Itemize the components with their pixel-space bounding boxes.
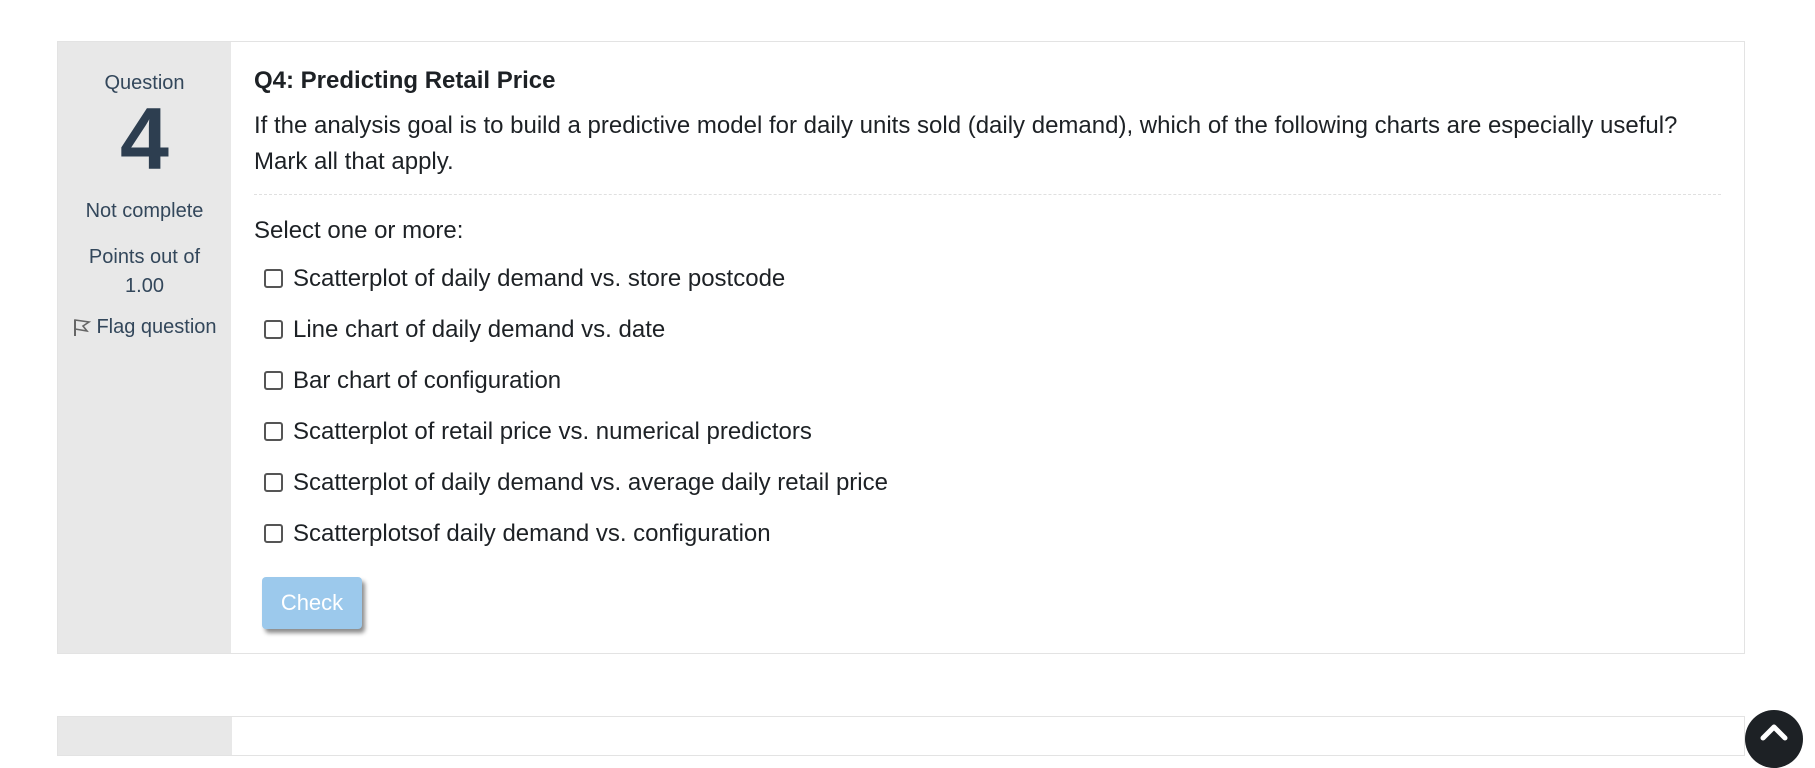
question-content: Q4: Predicting Retail Price If the analy… — [231, 42, 1744, 653]
answer-option-label: Scatterplotsof daily demand vs. configur… — [293, 519, 771, 547]
question-title: Q4: Predicting Retail Price — [254, 67, 556, 94]
answer-option-label: Bar chart of configuration — [293, 366, 562, 394]
question-info-panel: Question 4 Not complete Points out of 1.… — [58, 42, 231, 653]
flag-icon — [72, 317, 92, 337]
question-number: 4 — [120, 89, 169, 188]
answer-checkbox[interactable] — [264, 371, 283, 390]
answer-option[interactable]: Scatterplot of daily demand vs. average … — [264, 457, 1721, 508]
answer-checkbox[interactable] — [264, 524, 283, 543]
answer-option[interactable]: Bar chart of configuration — [264, 355, 1721, 406]
answer-checkbox[interactable] — [264, 422, 283, 441]
check-button[interactable]: Check — [262, 577, 362, 629]
answer-option[interactable]: Scatterplotsof daily demand vs. configur… — [264, 508, 1721, 559]
flag-question-label: Flag question — [96, 316, 217, 338]
next-question-card — [57, 716, 1745, 756]
answer-option[interactable]: Scatterplot of daily demand vs. store po… — [264, 253, 1721, 304]
answer-option-label: Line chart of daily demand vs. date — [293, 315, 666, 343]
answer-checkbox[interactable] — [264, 473, 283, 492]
answer-option-label: Scatterplot of daily demand vs. average … — [293, 468, 888, 496]
chevron-up-icon — [1760, 724, 1788, 741]
answer-checkbox[interactable] — [264, 320, 283, 339]
answer-option-label: Scatterplot of retail price vs. numerica… — [293, 417, 812, 445]
flag-question-link[interactable]: Flag question — [58, 313, 231, 342]
question-card: Question 4 Not complete Points out of 1.… — [57, 41, 1745, 654]
answer-option[interactable]: Line chart of daily demand vs. date — [264, 304, 1721, 355]
answer-option-label: Scatterplot of daily demand vs. store po… — [293, 264, 786, 292]
scroll-to-top-button[interactable] — [1745, 710, 1803, 768]
answer-prompt: Select one or more: — [254, 217, 464, 244]
answer-options: Scatterplot of daily demand vs. store po… — [254, 253, 1721, 559]
answer-checkbox[interactable] — [264, 269, 283, 288]
question-text: If the analysis goal is to build a predi… — [254, 108, 1721, 195]
question-state: Not complete — [85, 200, 204, 222]
question-grade: Points out of 1.00 — [88, 246, 201, 297]
next-question-info-panel — [58, 717, 232, 755]
answer-option[interactable]: Scatterplot of retail price vs. numerica… — [264, 406, 1721, 457]
